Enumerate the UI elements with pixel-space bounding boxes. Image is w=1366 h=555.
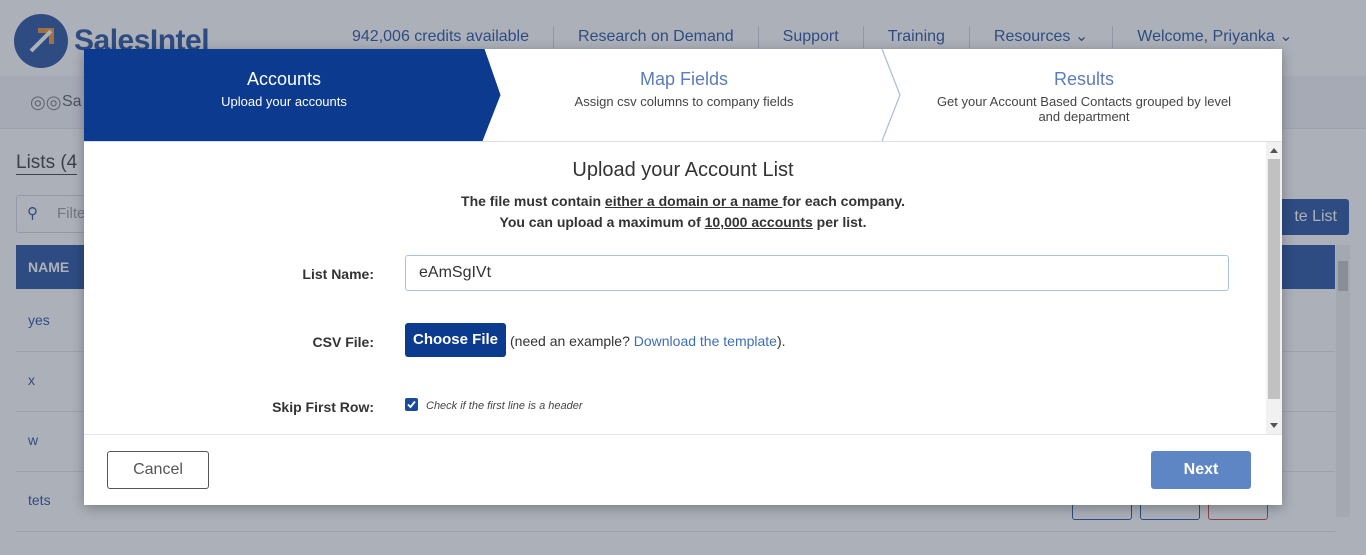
step-subtitle: Get your Account Based Contacts grouped … bbox=[936, 94, 1232, 124]
csv-note-text: (need an example? bbox=[510, 333, 634, 349]
csv-note-text: ). bbox=[776, 333, 786, 349]
rule-domain-or-name: The file must contain either a domain or… bbox=[84, 193, 1266, 209]
rule-text: for each company. bbox=[782, 193, 905, 209]
modal-scrollbar[interactable] bbox=[1266, 142, 1282, 434]
rule-text: The file must contain bbox=[461, 193, 605, 209]
rule-max-accounts: You can upload a maximum of 10,000 accou… bbox=[84, 214, 1266, 230]
skip-first-row-checkbox[interactable] bbox=[405, 398, 418, 411]
check-icon bbox=[407, 400, 416, 409]
list-name-label: List Name: bbox=[302, 266, 374, 282]
step-subtitle: Upload your accounts bbox=[221, 94, 347, 109]
skip-first-row-hint: Check if the first line is a header bbox=[426, 400, 583, 412]
step-title: Results bbox=[1053, 69, 1115, 89]
rule-emphasis: 10,000 accounts bbox=[704, 214, 813, 230]
step-subtitle: Assign csv columns to company fields bbox=[574, 94, 794, 109]
step-map-fields: Map Fields Assign csv columns to company… bbox=[484, 49, 884, 141]
upload-title: Upload your Account List bbox=[572, 159, 794, 181]
upload-modal: Accounts Upload your accounts Map Fields… bbox=[84, 49, 1282, 505]
scroll-up-icon[interactable] bbox=[1270, 148, 1278, 153]
rule-text: per list. bbox=[812, 214, 867, 230]
next-button[interactable]: Next bbox=[1151, 451, 1251, 489]
modal-body: Upload your Account List The file must c… bbox=[84, 142, 1266, 434]
step-results: Results Get your Account Based Contacts … bbox=[884, 49, 1282, 141]
step-accounts: Accounts Upload your accounts bbox=[84, 49, 484, 141]
download-template-link[interactable]: Download the template bbox=[634, 333, 777, 349]
choose-file-button[interactable]: Choose File bbox=[405, 323, 506, 357]
modal-footer: Cancel Next bbox=[84, 434, 1282, 506]
step-title: Accounts bbox=[246, 69, 322, 89]
modal-scrollbar-thumb[interactable] bbox=[1268, 159, 1280, 399]
skip-first-row-label: Skip First Row: bbox=[272, 399, 374, 415]
csv-file-label: CSV File: bbox=[312, 334, 374, 350]
rule-emphasis: either a domain or a name bbox=[604, 193, 783, 209]
scroll-down-icon[interactable] bbox=[1270, 423, 1278, 428]
step-title: Map Fields bbox=[639, 69, 729, 89]
csv-note: (need an example? Download the template)… bbox=[510, 333, 786, 349]
rule-text: You can upload a maximum of bbox=[499, 214, 705, 230]
cancel-button[interactable]: Cancel bbox=[107, 451, 209, 489]
wizard-steps: Accounts Upload your accounts Map Fields… bbox=[84, 49, 1282, 142]
list-name-input[interactable]: eAmSgIVt bbox=[405, 255, 1229, 291]
